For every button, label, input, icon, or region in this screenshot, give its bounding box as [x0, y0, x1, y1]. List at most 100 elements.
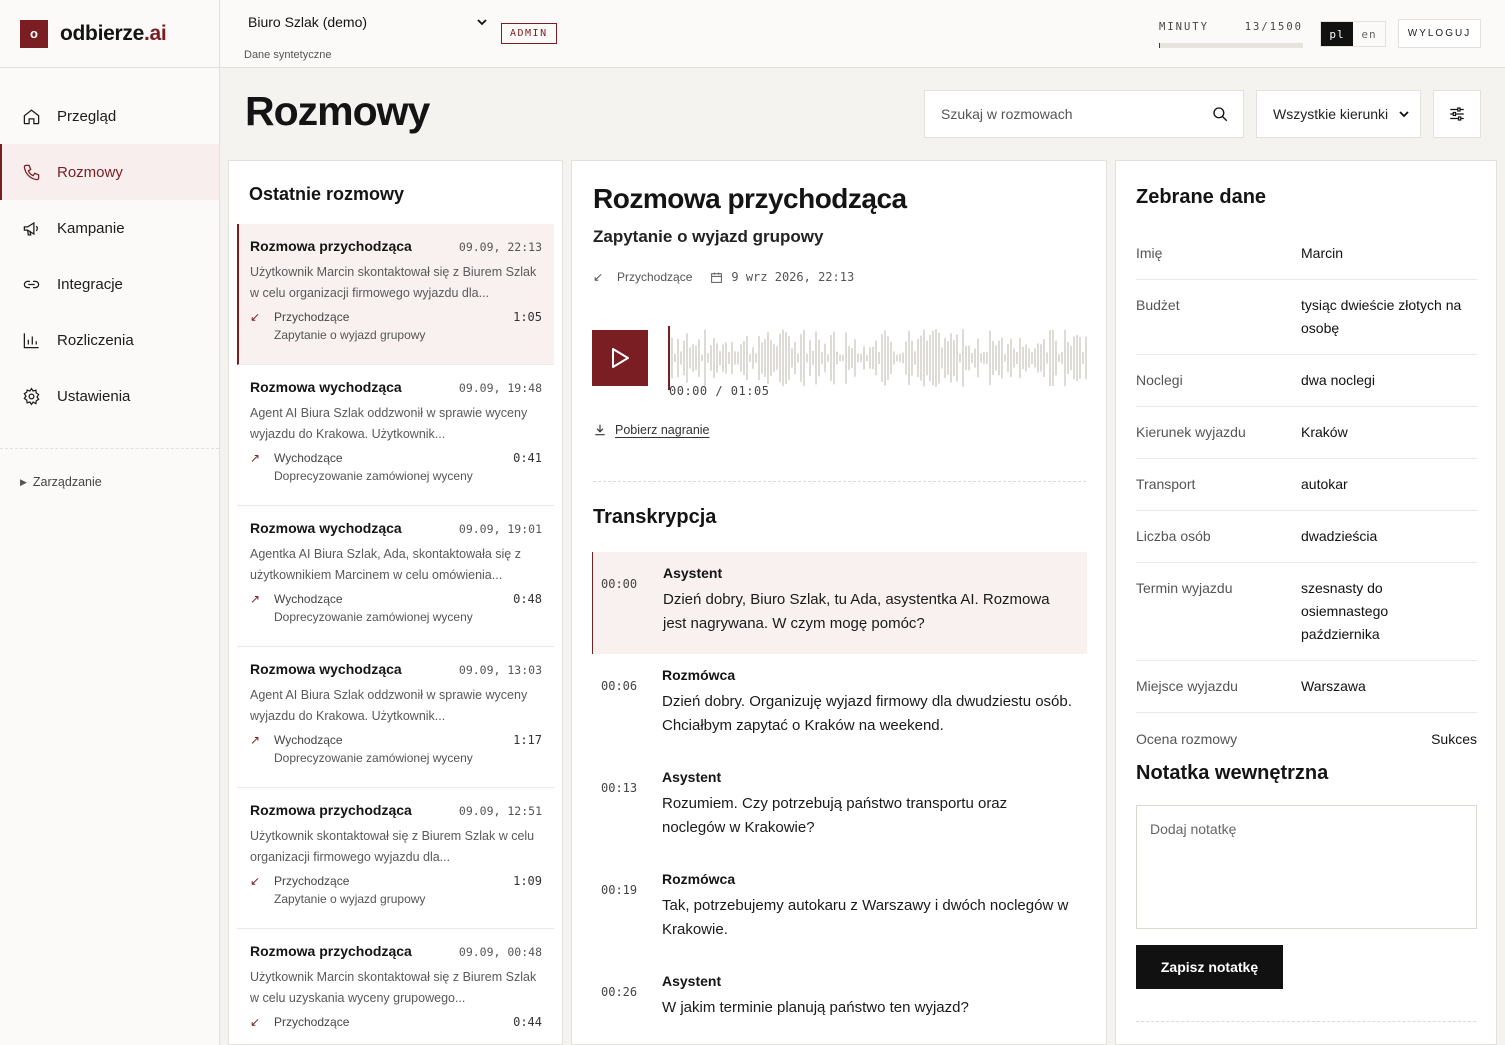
sidebar-item-integrations[interactable]: Integracje	[0, 256, 219, 312]
outgoing-arrow-icon: ↗	[250, 451, 261, 465]
admin-badge: ADMIN	[501, 23, 557, 44]
data-row: Imię Marcin	[1136, 228, 1477, 280]
call-direction: Wychodzące	[274, 451, 343, 465]
data-row: Termin wyjazdu szesnasty do osiemnastego …	[1136, 563, 1477, 661]
transcript-segment[interactable]: 00:26 Asystent W jakim terminie planują …	[592, 960, 1087, 1044]
divider	[0, 448, 219, 449]
call-list-panel: Ostatnie rozmowy Rozmowa przychodząca 09.…	[228, 160, 563, 1045]
chevron-down-icon	[1399, 111, 1409, 118]
sidebar-item-campaigns[interactable]: Kampanie	[0, 200, 219, 256]
sidebar-item-label: Ustawienia	[57, 387, 131, 405]
call-detail-title: Rozmowa przychodząca	[593, 183, 907, 214]
player-time: 00:00 / 01:05	[669, 384, 770, 398]
lang-pl-button[interactable]: pl	[1321, 22, 1353, 46]
search-placeholder: Szukaj w rozmowach	[941, 106, 1073, 122]
logout-button[interactable]: WYLOGUJ	[1398, 19, 1481, 48]
home-icon	[23, 108, 40, 124]
call-time: 09.09, 22:13	[458, 240, 542, 254]
sidebar-item-calls[interactable]: Rozmowy	[0, 144, 219, 200]
call-direction: Wychodzące	[274, 733, 343, 747]
segment-timestamp: 00:06	[601, 679, 638, 693]
segment-text: Tak, potrzebujemy autokaru z Warszawy i …	[662, 897, 1069, 938]
incoming-arrow-icon: ↙	[250, 1015, 261, 1029]
call-topic: Doprecyzowanie zamówionej wyceny	[274, 751, 473, 765]
segment-speaker: Asystent	[662, 973, 722, 989]
phone-icon	[23, 164, 40, 180]
filters-button[interactable]	[1433, 90, 1481, 138]
call-direction: Wychodzące	[274, 592, 343, 606]
note-placeholder: Dodaj notatkę	[1150, 821, 1237, 837]
sidebar-item-overview[interactable]: Przegląd	[0, 88, 219, 144]
download-recording-link[interactable]: Pobierz nagranie	[593, 423, 710, 437]
audio-player	[592, 326, 1088, 390]
direction-filter-value: Wszystkie kierunki	[1273, 106, 1389, 122]
list-item[interactable]: Rozmowa wychodząca 09.09, 19:01 Agentka A…	[237, 506, 554, 647]
field-value: Warszawa	[1301, 678, 1366, 694]
segment-timestamp: 00:19	[601, 883, 638, 897]
play-icon	[612, 348, 629, 368]
link-icon	[23, 280, 40, 288]
call-duration: 0:48	[513, 592, 542, 606]
rating-value: Sukces	[1431, 731, 1477, 747]
search-input[interactable]: Szukaj w rozmowach	[924, 90, 1244, 138]
minutes-label: MINUTY	[1159, 21, 1209, 33]
transcript-segment[interactable]: 00:00 Asystent Dzień dobry, Biuro Szlak,…	[592, 552, 1087, 654]
data-row: Liczba osób dwadzieścia	[1136, 511, 1477, 563]
minutes-progress-fill	[1159, 43, 1161, 48]
list-item[interactable]: Rozmowa przychodząca 09.09, 00:48 Użytkow…	[237, 929, 554, 1044]
collected-data-panel: Zebrane dane Imię Marcin Budżet tysiąc dwi…	[1115, 160, 1497, 1045]
minutes-usage: MINUTY 13/1500	[1159, 21, 1303, 48]
sidebar-item-label: Rozmowy	[57, 163, 123, 181]
call-duration: 0:41	[513, 451, 542, 465]
sidebar-item-label: Rozliczenia	[57, 331, 134, 349]
organization-name: Biuro Szlak (demo)	[248, 14, 368, 30]
minutes-value: 13/1500	[1244, 21, 1303, 33]
list-item[interactable]: Rozmowa wychodząca 09.09, 13:03 Agent AI …	[237, 647, 554, 788]
call-title: Rozmowa przychodząca	[250, 943, 412, 959]
call-topic: Zapytanie o wyjazd grupowy	[274, 328, 426, 342]
call-duration: 1:05	[513, 310, 542, 324]
save-note-button[interactable]: Zapisz notatkę	[1136, 945, 1283, 989]
brand[interactable]: o odbierze.ai	[0, 0, 219, 68]
list-item[interactable]: Rozmowa przychodząca 09.09, 22:13 Użytkow…	[237, 224, 554, 365]
list-item[interactable]: Rozmowa przychodząca 09.09, 12:51 Użytkow…	[237, 788, 554, 929]
call-detail-direction: Przychodzące	[617, 270, 693, 284]
sidebar-item-label: Przegląd	[57, 107, 117, 125]
incoming-arrow-icon: ↙	[593, 270, 604, 284]
bar-chart-icon	[23, 332, 39, 348]
call-duration: 1:09	[513, 874, 542, 888]
divider	[593, 481, 1086, 482]
segment-text: W jakim terminie planują państwo ten wyj…	[662, 999, 969, 1016]
call-topic: Doprecyzowanie zamówionej wyceny	[274, 610, 473, 624]
call-detail-meta: ↙ Przychodzące 9 wrz 2026, 22:13	[593, 270, 854, 284]
calendar-icon	[711, 272, 723, 283]
caret-right-icon: ▶	[20, 476, 27, 487]
field-value: tysiąc dwieście złotych na osobę	[1301, 297, 1462, 336]
list-item[interactable]: Rozmowa wychodząca 09.09, 19:48 Agent AI …	[237, 365, 554, 506]
field-label: Kierunek wyjazdu	[1136, 424, 1246, 440]
call-direction: Przychodzące	[274, 310, 350, 324]
manage-toggle[interactable]: ▶ Zarządzanie	[0, 475, 219, 489]
play-button[interactable]	[592, 330, 648, 386]
direction-filter-select[interactable]: Wszystkie kierunki	[1256, 90, 1421, 138]
call-summary: Agent AI Biura Szlak oddzwonił w sprawie…	[250, 406, 528, 441]
transcript-segment[interactable]: 00:13 Asystent Rozumiem. Czy potrzebują …	[592, 756, 1087, 858]
call-time: 09.09, 00:48	[458, 945, 542, 959]
sidebar: o odbierze.ai Przegląd Rozmowy Kampanie …	[0, 0, 220, 1045]
lang-en-button[interactable]: en	[1353, 22, 1385, 46]
manage-label: Zarządzanie	[32, 475, 102, 489]
internal-note-textarea[interactable]: Dodaj notatkę	[1136, 805, 1477, 929]
sidebar-item-billing[interactable]: Rozliczenia	[0, 312, 219, 368]
segment-speaker: Rozmówca	[662, 667, 736, 683]
call-direction: Przychodzące	[274, 1015, 350, 1029]
sidebar-item-settings[interactable]: Ustawienia	[0, 368, 219, 424]
divider	[1136, 1021, 1476, 1022]
organization-select[interactable]: Biuro Szlak (demo)	[248, 14, 488, 30]
call-summary: Agent AI Biura Szlak oddzwonił w sprawie…	[250, 688, 528, 723]
call-duration: 0:44	[513, 1015, 542, 1029]
transcript-segment[interactable]: 00:06 Rozmówca Dzień dobry. Organizuję w…	[592, 654, 1087, 756]
call-rating: Ocena rozmowy Sukces	[1136, 713, 1477, 747]
call-topic: Zapytanie o wyjazd grupowy	[274, 892, 426, 906]
transcript-segment[interactable]: 00:19 Rozmówca Tak, potrzebujemy autokar…	[592, 858, 1087, 960]
call-summary: Agentka AI Biura Szlak, Ada, skontaktowa…	[250, 547, 521, 582]
